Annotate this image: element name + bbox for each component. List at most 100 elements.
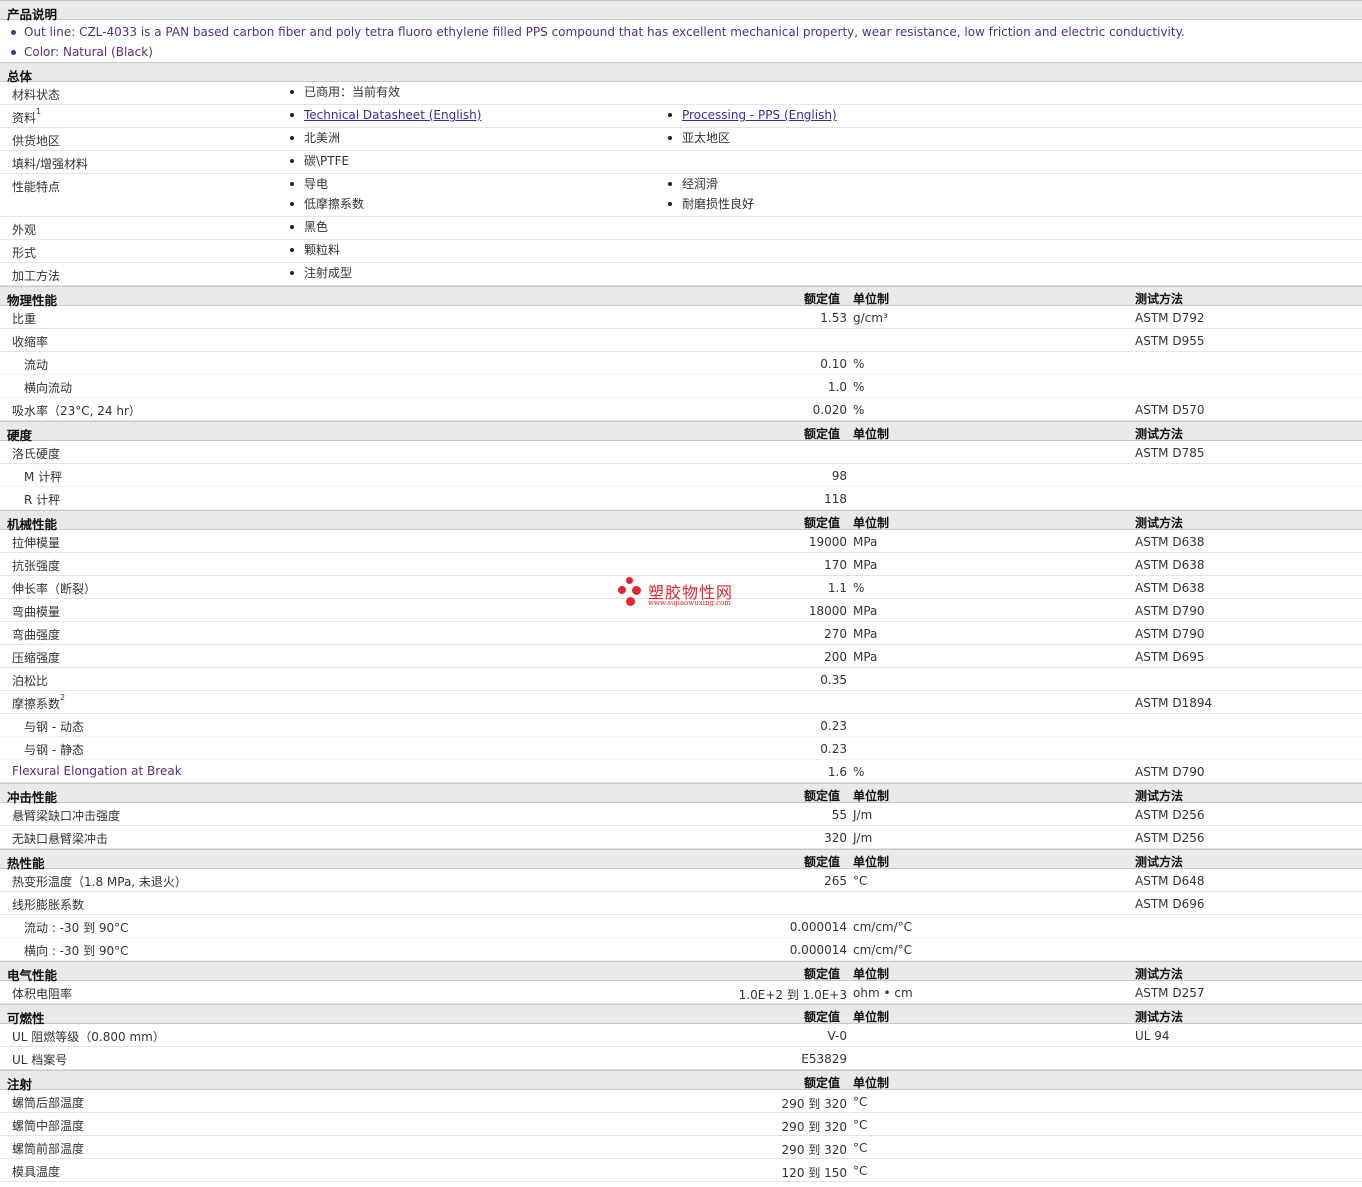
method-column-header: 测试方法 xyxy=(1135,967,1184,981)
property-label-text: M 计秤 xyxy=(24,470,63,484)
test-method: ASTM D790 xyxy=(1135,765,1205,779)
property-value: 320 xyxy=(824,831,847,845)
test-method: ASTM D257 xyxy=(1135,986,1205,1000)
property-label-text: 流动 : -30 到 90°C xyxy=(24,921,129,935)
property-row: 模具温度 120 到 150 °C xyxy=(0,1159,1362,1182)
test-method: ASTM D638 xyxy=(1135,535,1205,549)
link-text[interactable]: Processing - PPS (English) xyxy=(682,108,837,122)
property-unit: % xyxy=(853,765,865,779)
property-unit: °C xyxy=(853,874,868,888)
test-method: ASTM D955 xyxy=(1135,334,1205,348)
property-label: 横向 : -30 到 90°C xyxy=(24,942,129,959)
property-value: 200 xyxy=(824,650,847,664)
property-row: UL 档案号 E53829 xyxy=(0,1047,1362,1070)
property-unit: % xyxy=(853,380,865,394)
row-label: 材料状态 xyxy=(12,86,60,103)
property-row: 线形膨胀系数 ASTM D696 xyxy=(0,892,1362,915)
bullet-text: 亚太地区 xyxy=(682,131,731,145)
property-label-text: 弯曲强度 xyxy=(12,628,61,642)
property-row: 吸水率（23°C, 24 hr） 0.020% ASTM D570 xyxy=(0,398,1362,421)
property-label-text: 螺筒前部温度 xyxy=(12,1142,85,1156)
section-header: 物理性能 额定值 单位制 测试方法 xyxy=(0,286,1362,308)
property-row: Flexural Elongation at Break 1.6% ASTM D79… xyxy=(0,760,1362,783)
property-label-text: UL 档案号 xyxy=(12,1053,68,1067)
property-label: 伸长率（断裂） xyxy=(12,580,96,597)
property-label-text: 弯曲模量 xyxy=(12,605,61,619)
test-method: ASTM D570 xyxy=(1135,403,1205,417)
watermark-logo: 塑胶物性网 www.sujiaowuxing.com xyxy=(618,577,748,611)
property-value: 19000 xyxy=(808,535,847,549)
property-label: 热变形温度（1.8 MPa, 未退火） xyxy=(12,873,187,890)
method-column-header: 测试方法 xyxy=(1135,855,1184,869)
row-label: 加工方法 xyxy=(12,267,60,284)
property-label: UL 阻燃等级（0.800 mm） xyxy=(12,1028,165,1045)
property-label-text: 拉伸模量 xyxy=(12,536,61,550)
general-row: 外观 黑色 xyxy=(0,217,1362,240)
value-column-header: 额定值 xyxy=(804,967,841,981)
property-row: 横向流动 1.0% xyxy=(0,375,1362,398)
row-label-text: 加工方法 xyxy=(12,269,61,283)
method-column-header: 测试方法 xyxy=(1135,427,1184,441)
bullet-text: 低摩擦系数 xyxy=(304,197,365,211)
property-label-text: Flexural Elongation at Break xyxy=(12,764,182,778)
row-label: 供货地区 xyxy=(12,132,60,149)
section-header: 硬度 额定值 单位制 测试方法 xyxy=(0,421,1362,443)
section-header: 机械性能 额定值 单位制 测试方法 xyxy=(0,510,1362,532)
property-unit: g/cm³ xyxy=(853,311,888,325)
property-value: 0.020 xyxy=(812,403,847,417)
property-row: 与钢 - 动态 0.23 xyxy=(0,714,1362,737)
property-row: 横向 : -30 到 90°C 0.000014 cm/cm/°C xyxy=(0,938,1362,961)
test-method: ASTM D695 xyxy=(1135,650,1205,664)
general-row: 材料状态 已商用：当前有效 xyxy=(0,82,1362,105)
property-label-text: 与钢 - 静态 xyxy=(24,743,84,757)
bullet-item: 北美洲 xyxy=(290,131,340,151)
property-value: 55 xyxy=(831,808,847,822)
property-value: 1.6 xyxy=(827,765,847,779)
property-label-text: 螺筒后部温度 xyxy=(12,1096,85,1110)
property-unit: MPa xyxy=(853,604,878,618)
datasheet-link[interactable]: Technical Datasheet (English) xyxy=(290,108,481,128)
unit-column-header: 单位制 xyxy=(853,967,890,981)
property-value: 1.1 xyxy=(827,581,847,595)
property-label: 无缺口悬臂梁冲击 xyxy=(12,830,108,847)
overview-item: Out line: CZL-4033 is a PAN based carbon… xyxy=(11,25,1185,39)
link-text[interactable]: Technical Datasheet (English) xyxy=(304,108,481,122)
test-method: ASTM D256 xyxy=(1135,831,1205,845)
row-label-text: 资料 xyxy=(12,111,37,125)
general-table: 材料状态 已商用：当前有效 资料1 Technical Datasheet (Engl… xyxy=(0,82,1362,286)
property-label: 螺筒前部温度 xyxy=(12,1140,84,1157)
value-column-header: 额定值 xyxy=(804,1076,841,1090)
property-label: 体积电阻率 xyxy=(12,985,72,1002)
bullet-item: 耐磨损性良好 xyxy=(668,197,754,217)
property-row: 洛氏硬度 ASTM D785 xyxy=(0,441,1362,464)
property-row: 体积电阻率 1.0E+2 到 1.0E+3 ohm • cm ASTM D257 xyxy=(0,981,1362,1004)
footnote-marker: 2 xyxy=(60,693,66,702)
property-row: R 计秤 118 xyxy=(0,487,1362,510)
property-label: 线形膨胀系数 xyxy=(12,896,84,913)
bullet-list: 导电 低摩擦系数 xyxy=(290,177,364,217)
bullet-item: 黑色 xyxy=(290,220,328,240)
property-row: M 计秤 98 xyxy=(0,464,1362,487)
property-label-text: 横向 : -30 到 90°C xyxy=(24,944,129,958)
property-label: 与钢 - 静态 xyxy=(24,741,84,758)
bullet-text: 碳\PTFE xyxy=(304,154,350,168)
property-value: 0.10 xyxy=(820,357,847,371)
bullet-item: 导电 xyxy=(290,177,364,197)
property-row: 与钢 - 静态 0.23 xyxy=(0,737,1362,760)
section-header: 注射 额定值 单位制 xyxy=(0,1070,1362,1092)
section-header-overview: 产品说明 xyxy=(0,0,1362,22)
property-unit: MPa xyxy=(853,535,878,549)
property-value: E53829 xyxy=(801,1052,847,1066)
property-value: 0.000014 xyxy=(789,920,847,934)
datasheet-link[interactable]: Processing - PPS (English) xyxy=(668,108,837,128)
general-row: 加工方法 注射成型 xyxy=(0,263,1362,286)
property-label-text: 热变形温度（1.8 MPa, 未退火） xyxy=(12,875,187,889)
bullet-list: 碳\PTFE xyxy=(290,154,349,174)
method-column-header: 测试方法 xyxy=(1135,292,1184,306)
test-method: ASTM D696 xyxy=(1135,897,1205,911)
property-row: 悬臂梁缺口冲击强度 55 J/m ASTM D256 xyxy=(0,803,1362,826)
watermark-url: www.sujiaowuxing.com xyxy=(648,599,731,607)
property-label: 流动 : -30 到 90°C xyxy=(24,919,129,936)
property-unit: °C xyxy=(853,1095,868,1109)
property-value: 1.53 xyxy=(820,311,847,325)
